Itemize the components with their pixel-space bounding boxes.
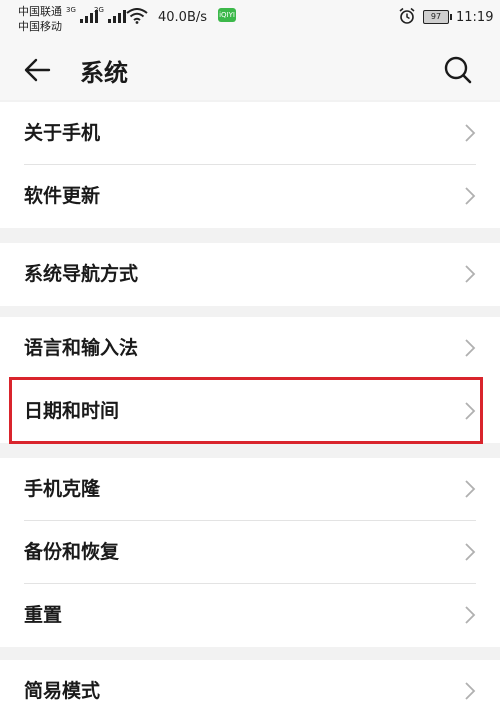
settings-group-5: 简易模式 <box>0 660 500 723</box>
menu-item-simple-mode[interactable]: 简易模式 <box>0 660 500 723</box>
settings-group-1: 关于手机 软件更新 <box>0 102 500 228</box>
menu-item-label: 重置 <box>24 604 63 626</box>
menu-item-phone-clone[interactable]: 手机克隆 <box>0 458 500 521</box>
page-title: 系统 <box>80 59 128 87</box>
carrier-2: 中国移动 <box>18 20 62 33</box>
chevron-right-icon <box>465 187 476 205</box>
battery-icon: 97 <box>423 10 452 24</box>
menu-item-backup-restore[interactable]: 备份和恢复 <box>0 521 500 584</box>
settings-group-4: 手机克隆 备份和恢复 重置 <box>0 458 500 647</box>
chevron-right-icon <box>465 682 476 700</box>
menu-item-label: 备份和恢复 <box>24 541 120 563</box>
wifi-icon <box>126 8 148 24</box>
search-icon <box>444 56 472 84</box>
menu-item-system-navigation[interactable]: 系统导航方式 <box>0 243 500 306</box>
chevron-right-icon <box>465 606 476 624</box>
chevron-right-icon <box>465 339 476 357</box>
status-time: 11:19 <box>456 10 494 25</box>
chevron-right-icon <box>465 480 476 498</box>
settings-group-2: 系统导航方式 <box>0 243 500 306</box>
menu-item-about-phone[interactable]: 关于手机 <box>0 102 500 165</box>
net-speed: 40.0B/s <box>158 10 208 25</box>
menu-item-label: 系统导航方式 <box>24 263 139 285</box>
menu-item-label: 日期和时间 <box>24 400 120 422</box>
app-header: 系统 <box>0 40 500 100</box>
menu-item-software-update[interactable]: 软件更新 <box>0 165 500 228</box>
settings-group-3: 语言和输入法 日期和时间 <box>0 317 500 443</box>
chevron-right-icon <box>465 124 476 142</box>
signal-2-tag: 2G <box>94 6 104 14</box>
chevron-right-icon <box>465 543 476 561</box>
arrow-left-icon <box>24 58 51 82</box>
alarm-icon <box>399 7 415 24</box>
menu-item-language-input[interactable]: 语言和输入法 <box>0 317 500 380</box>
back-button[interactable] <box>14 50 62 90</box>
chevron-right-icon <box>465 265 476 283</box>
search-button[interactable] <box>436 48 480 92</box>
signal-2-icon: 2G <box>94 6 126 23</box>
carrier-labels: 中国联通 中国移动 <box>18 4 62 34</box>
menu-item-date-time[interactable]: 日期和时间 <box>0 380 500 443</box>
chevron-right-icon <box>465 402 476 420</box>
menu-item-label: 软件更新 <box>24 185 101 207</box>
app-notification-icon: iQIYI <box>218 8 236 22</box>
menu-item-label: 简易模式 <box>24 680 101 702</box>
menu-item-label: 手机克隆 <box>24 478 101 500</box>
carrier-1: 中国联通 <box>18 5 62 18</box>
menu-item-reset[interactable]: 重置 <box>0 584 500 647</box>
menu-item-label: 语言和输入法 <box>24 337 139 359</box>
menu-item-label: 关于手机 <box>24 122 101 144</box>
signal-1-tag: 3G <box>66 6 76 14</box>
status-bar: 中国联通 中国移动 3G 2G 40.0B/s iQIYI 97 11:19 <box>0 0 500 40</box>
